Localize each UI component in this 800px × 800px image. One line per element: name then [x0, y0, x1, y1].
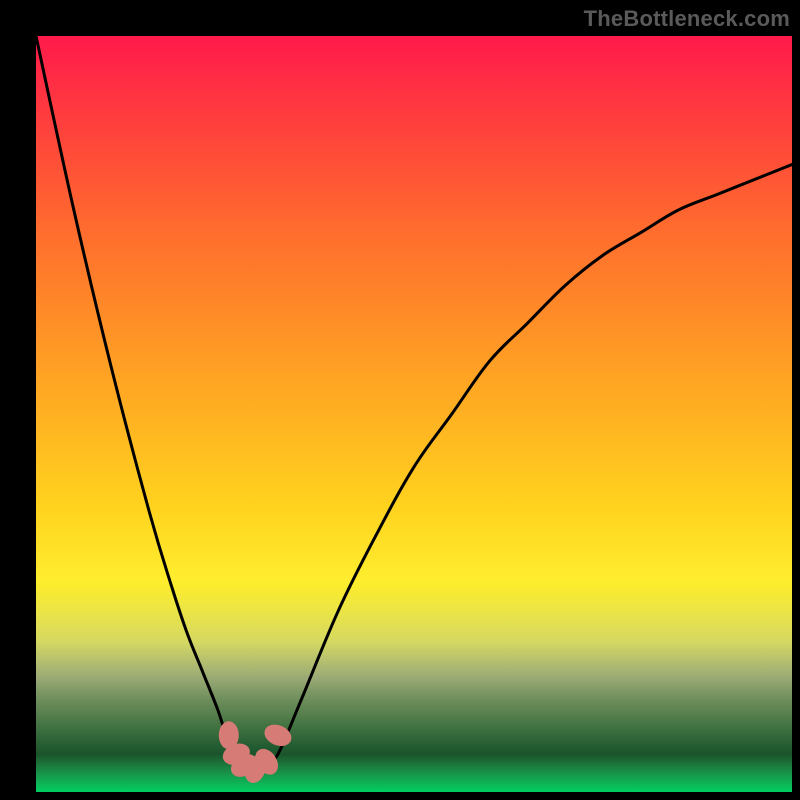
chart-svg [36, 36, 792, 792]
plot-area [36, 36, 792, 792]
chart-frame: TheBottleneck.com [0, 0, 800, 800]
watermark-text: TheBottleneck.com [584, 6, 790, 32]
gradient-background [36, 36, 792, 792]
